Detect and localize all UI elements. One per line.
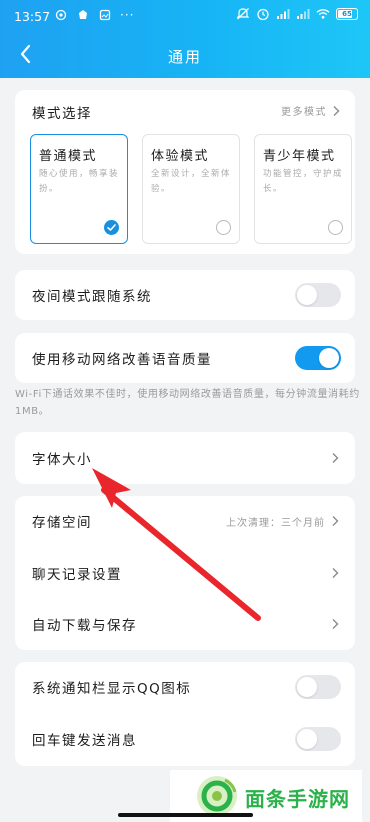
mode-desc: 随心使用，畅享装扮。 — [39, 169, 120, 194]
chevron-right-icon — [332, 516, 339, 526]
mode-name: 青少年模式 — [263, 149, 336, 164]
more-dots: ··· — [120, 8, 135, 22]
home-indicator[interactable] — [118, 813, 253, 817]
chat-history-label: 聊天记录设置 — [32, 567, 122, 583]
night-mode-toggle[interactable] — [295, 283, 341, 307]
enter-send-label: 回车键发送消息 — [32, 733, 137, 749]
mobile-voice-toggle[interactable] — [295, 346, 341, 370]
chevron-right-icon — [332, 568, 339, 578]
watermark-text: 面条手游网 — [245, 787, 350, 811]
notification-icon — [54, 8, 68, 22]
font-size-label: 字体大小 — [32, 452, 92, 468]
mute-icon — [236, 7, 250, 21]
signal-icon — [276, 7, 290, 21]
chevron-right-icon — [333, 105, 340, 116]
enter-send-toggle[interactable] — [295, 727, 341, 751]
mobile-voice-note: Wi-Fi下通话效果不佳时，使用移动网络改善语音质量，每分钟流量消耗约1MB。 — [15, 389, 360, 417]
app-header: 13:57 ··· 65 通用 — [0, 0, 370, 78]
more-modes-link[interactable]: 更多模式 — [281, 103, 341, 118]
night-mode-card: 夜间模式跟随系统 — [15, 270, 355, 320]
radio-checked-icon[interactable] — [104, 220, 119, 235]
auto-download-label: 自动下载与保存 — [32, 618, 137, 634]
notif-icon-label: 系统通知栏显示QQ图标 — [32, 681, 192, 697]
auto-download-row[interactable]: 自动下载与保存 — [15, 599, 355, 649]
watermark-logo-icon — [197, 776, 237, 816]
alarm-icon — [256, 7, 270, 21]
mode-desc: 功能管控，守护成长。 — [263, 169, 344, 194]
status-bar: 13:57 ··· 65 — [0, 0, 370, 32]
radio-unchecked-icon[interactable] — [216, 220, 231, 235]
status-time: 13:57 — [14, 9, 51, 24]
storage-label: 存储空间 — [32, 515, 92, 531]
more-modes-label: 更多模式 — [281, 107, 327, 118]
mode-card-normal[interactable]: 普通模式 随心使用，畅享装扮。 — [30, 134, 128, 244]
page-title: 通用 — [167, 48, 202, 66]
notif-icon-row: 系统通知栏显示QQ图标 — [15, 662, 355, 712]
font-size-row[interactable]: 字体大小 — [15, 433, 355, 483]
signal-2-icon — [296, 7, 310, 21]
notif-icon-toggle[interactable] — [295, 675, 341, 699]
mode-select-title: 模式选择 — [32, 106, 92, 122]
night-mode-label: 夜间模式跟随系统 — [32, 289, 152, 305]
mode-card-experience[interactable]: 体验模式 全新设计，全新体验。 — [142, 134, 240, 244]
font-size-card: 字体大小 — [15, 432, 355, 484]
mode-select-card: 模式选择 更多模式 普通模式 随心使用，畅享装扮。 体验模式 全新设计，全新体验… — [15, 90, 355, 254]
chevron-right-icon — [332, 453, 339, 463]
storage-card: 存储空间 上次清理：三个月前 聊天记录设置 自动下载与保存 — [15, 496, 355, 650]
mode-desc: 全新设计，全新体验。 — [151, 169, 232, 194]
night-mode-row: 夜间模式跟随系统 — [15, 270, 355, 320]
storage-value: 上次清理：三个月前 — [226, 517, 325, 529]
mobile-voice-label: 使用移动网络改善语音质量 — [32, 352, 212, 368]
radio-unchecked-icon[interactable] — [328, 220, 343, 235]
storage-row[interactable]: 存储空间 上次清理：三个月前 — [15, 496, 355, 546]
battery-icon: 65 — [336, 8, 358, 20]
chevron-right-icon — [332, 619, 339, 629]
mobile-voice-card: 使用移动网络改善语音质量 — [15, 333, 355, 383]
mode-name: 体验模式 — [151, 149, 210, 164]
chat-history-row[interactable]: 聊天记录设置 — [15, 548, 355, 598]
mode-card-teen[interactable]: 青少年模式 功能管控，守护成长。 — [254, 134, 352, 244]
mobile-voice-row: 使用移动网络改善语音质量 — [15, 333, 355, 383]
gallery-icon — [98, 8, 112, 22]
enter-send-row: 回车键发送消息 — [15, 714, 355, 764]
wifi-icon — [316, 7, 330, 21]
notify-card: 系统通知栏显示QQ图标 回车键发送消息 — [15, 662, 355, 766]
mode-name: 普通模式 — [39, 149, 98, 164]
app-notification-icon — [76, 8, 90, 22]
